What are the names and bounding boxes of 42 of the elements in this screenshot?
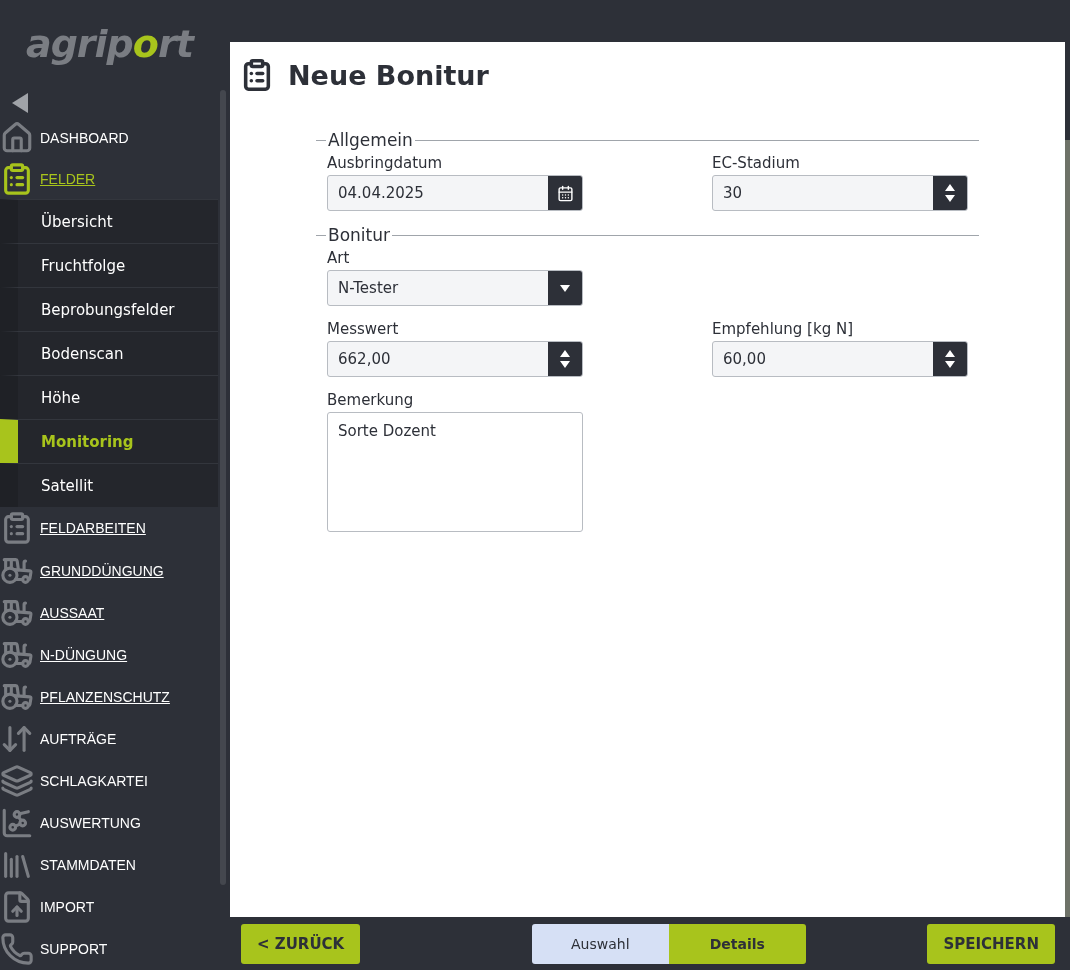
nav-link[interactable]: STAMMDATEN <box>40 856 136 873</box>
field-label: EC-Stadium <box>712 154 801 172</box>
save-button[interactable]: SPEICHERN <box>927 923 1055 964</box>
select-field[interactable]: N-Tester <box>327 270 583 306</box>
wizard-step[interactable]: Details <box>668 923 806 964</box>
nav-link[interactable]: SCHLAGKARTEI <box>40 772 148 789</box>
nav-link[interactable]: FELDARBEITEN <box>40 520 146 537</box>
nav-link[interactable]: AUSSAAT <box>40 604 105 621</box>
section-legend: Bonitur <box>326 225 392 245</box>
number-field[interactable]: 30 <box>712 175 968 211</box>
spinner-icon[interactable] <box>560 350 570 368</box>
field-label: Ausbringdatum <box>327 154 444 172</box>
nav-link[interactable]: AUSWERTUNG <box>40 814 141 831</box>
logo: agriport <box>25 21 196 68</box>
nav-subitem[interactable]: Monitoring <box>0 419 218 464</box>
remark-field[interactable]: Sorte Dozent <box>327 412 583 532</box>
page-title: Neue Bonitur <box>288 59 489 91</box>
nav-link[interactable]: PFLANZENSCHUTZ <box>40 688 170 705</box>
number-field[interactable]: 60,00 <box>712 341 968 377</box>
field-label: Bemerkung <box>327 391 415 409</box>
field-label: Messwert <box>327 320 400 338</box>
date-field[interactable]: 04.04.2025 <box>327 175 583 211</box>
nav-link[interactable]: AUFTRÄGE <box>40 730 117 747</box>
section-legend: Allgemein <box>326 130 415 150</box>
nav-link[interactable]: IMPORT <box>40 898 95 915</box>
field-label: Art <box>327 249 351 267</box>
phone-icon[interactable] <box>0 931 34 966</box>
nav-link[interactable]: DASHBOARD <box>40 130 129 147</box>
caret-icon[interactable] <box>560 284 570 292</box>
back-button[interactable]: < ZURÜCK <box>241 923 361 964</box>
field-label: Empfehlung [kg N] <box>712 320 854 338</box>
spinner-icon[interactable] <box>945 350 955 368</box>
wizard-step[interactable]: Auswahl <box>531 923 669 964</box>
layers-icon[interactable] <box>0 763 34 798</box>
nav-link[interactable]: FELDER <box>40 171 96 188</box>
number-field[interactable]: 662,00 <box>327 341 583 377</box>
collapse-icon[interactable] <box>12 92 28 113</box>
nav-link[interactable]: N-DÜNGUNG <box>40 646 128 663</box>
spinner-icon[interactable] <box>945 184 955 202</box>
calendar-icon[interactable] <box>556 184 574 202</box>
nav-link[interactable]: GRUNDDÜNGUNG <box>40 562 164 579</box>
nav-link[interactable]: SUPPORT <box>40 940 108 957</box>
